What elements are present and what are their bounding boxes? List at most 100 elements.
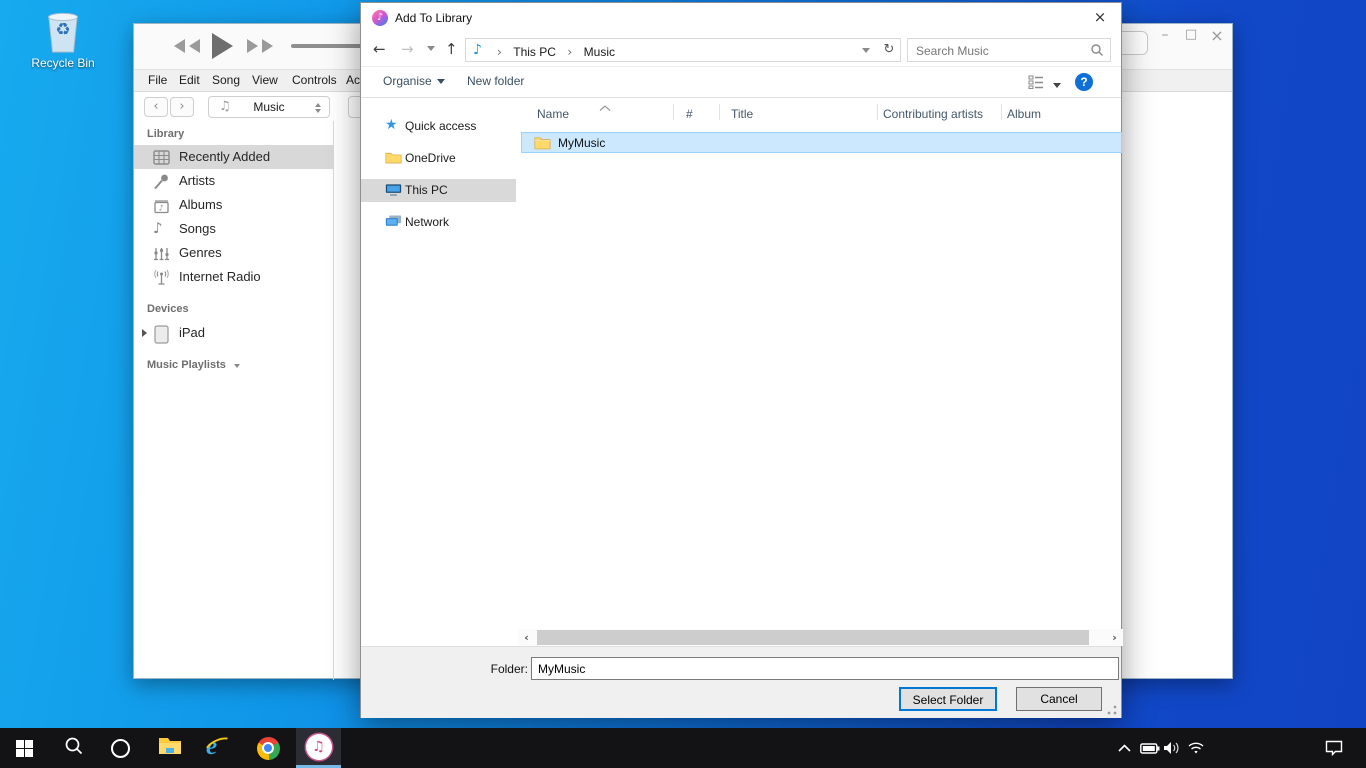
recycle-glyph: ♻: [43, 20, 83, 40]
dialog-toolbar: Organise New folder ?: [361, 67, 1121, 98]
up-button[interactable]: ↑: [445, 40, 458, 58]
dialog-close-button[interactable]: ×: [1085, 6, 1115, 28]
recycle-bin-label: Recycle Bin: [28, 56, 98, 70]
dialog-footer: Folder: Select Folder Cancel: [361, 646, 1121, 718]
sidebar-item-recently-added[interactable]: Recently Added: [134, 145, 333, 169]
refresh-button[interactable]: ↻: [878, 38, 901, 62]
file-explorer-button[interactable]: [148, 728, 192, 768]
dialog-nav-row: ← → ↑ ♪ › This PC › Music ↻: [361, 33, 1121, 67]
itunes-taskbar-button[interactable]: ♫: [296, 728, 341, 768]
maximize-button[interactable]: □: [1178, 27, 1204, 42]
column-divider[interactable]: [673, 104, 674, 120]
dialog-titlebar[interactable]: ♪ Add To Library ×: [361, 3, 1121, 33]
album-icon: ♪: [153, 197, 170, 214]
expand-arrow-icon[interactable]: [142, 329, 147, 337]
breadcrumb-this-pc[interactable]: This PC: [513, 45, 556, 59]
menu-controls[interactable]: Controls: [292, 73, 337, 87]
scroll-right-icon[interactable]: ›: [1106, 629, 1123, 646]
breadcrumb-bar[interactable]: ♪ › This PC › Music: [465, 38, 879, 62]
forward-button[interactable]: →: [401, 40, 414, 58]
location-music-note-icon: ♪: [473, 42, 482, 58]
menu-view[interactable]: View: [252, 73, 278, 87]
sort-ascending-icon: [599, 98, 611, 116]
column-divider[interactable]: [719, 104, 720, 120]
recycle-bin-shortcut[interactable]: ♻ Recycle Bin: [28, 8, 98, 70]
action-center-icon[interactable]: [1322, 728, 1346, 768]
dropdown-icon: [437, 79, 445, 84]
grid-icon: [153, 149, 170, 166]
menu-edit[interactable]: Edit: [179, 73, 200, 87]
cancel-button[interactable]: Cancel: [1016, 687, 1102, 711]
genres-icon: [153, 245, 170, 262]
search-icon: [64, 736, 84, 761]
devices-header: Devices: [147, 303, 189, 315]
nav-pane-this-pc[interactable]: This PC: [361, 179, 516, 202]
file-row-mymusic[interactable]: MyMusic: [521, 132, 1122, 153]
menu-song[interactable]: Song: [212, 73, 240, 87]
select-folder-button[interactable]: Select Folder: [899, 687, 997, 711]
taskbar-search-button[interactable]: [52, 728, 96, 768]
menu-file[interactable]: File: [148, 73, 167, 87]
sidebar-item-ipad[interactable]: iPad: [134, 321, 333, 345]
rewind-button[interactable]: [174, 39, 200, 58]
minimize-button[interactable]: –: [1152, 27, 1178, 43]
sidebar-item-songs[interactable]: ♪ Songs: [134, 217, 333, 241]
close-button[interactable]: ×: [1204, 26, 1230, 45]
column-header-contributing-artists[interactable]: Contributing artists: [883, 107, 983, 121]
view-mode-button[interactable]: [1028, 75, 1061, 94]
internet-explorer-button[interactable]: e: [196, 728, 240, 768]
sidebar-item-artists[interactable]: Artists: [134, 169, 333, 193]
nav-pane-onedrive[interactable]: OneDrive: [361, 147, 516, 170]
quick-access-star-icon: ★: [385, 117, 402, 133]
itunes-forward-button[interactable]: ›: [170, 97, 194, 117]
breadcrumb-separator-icon: ›: [560, 45, 579, 59]
cortana-button[interactable]: [98, 728, 142, 768]
sidebar-item-genres[interactable]: Genres: [134, 241, 333, 265]
sidebar-item-albums[interactable]: ♪ Albums: [134, 193, 333, 217]
tray-expand-button[interactable]: [1112, 728, 1136, 768]
search-box[interactable]: [907, 38, 1111, 62]
column-header-name[interactable]: Name: [537, 107, 569, 121]
fast-forward-button[interactable]: [247, 39, 273, 58]
recent-locations-dropdown[interactable]: [427, 46, 435, 51]
taskbar: e ♫: [0, 728, 1366, 768]
nav-pane-network[interactable]: Network: [361, 211, 516, 234]
ipad-icon: [153, 325, 170, 342]
column-header-number[interactable]: #: [686, 107, 693, 121]
wifi-icon[interactable]: [1184, 728, 1208, 768]
sidebar-item-internet-radio[interactable]: Internet Radio: [134, 265, 333, 289]
help-button[interactable]: ?: [1075, 73, 1093, 91]
volume-icon[interactable]: [1160, 728, 1184, 768]
horizontal-scrollbar[interactable]: ‹ ›: [518, 629, 1123, 646]
resize-grip[interactable]: [1107, 705, 1117, 715]
new-folder-button[interactable]: New folder: [467, 74, 524, 88]
organise-button[interactable]: Organise: [383, 74, 445, 88]
scroll-left-icon[interactable]: ‹: [518, 629, 535, 646]
scrollbar-thumb[interactable]: [537, 630, 1089, 645]
search-icon: [1090, 43, 1104, 62]
chrome-button[interactable]: [246, 728, 290, 768]
back-button[interactable]: ←: [373, 40, 386, 58]
column-divider[interactable]: [1001, 104, 1002, 120]
folder-label: Folder:: [468, 662, 528, 676]
media-kind-selector[interactable]: ♫ Music: [208, 96, 330, 118]
microphone-icon: [153, 173, 170, 190]
itunes-back-button[interactable]: ‹: [144, 97, 168, 117]
nav-pane-quick-access[interactable]: ★ Quick access: [361, 115, 516, 138]
address-dropdown-icon[interactable]: [862, 48, 870, 53]
windows-logo-icon: [16, 740, 33, 757]
breadcrumb-music[interactable]: Music: [584, 45, 615, 59]
column-divider[interactable]: [877, 104, 878, 120]
play-button[interactable]: [212, 33, 233, 59]
file-explorer-icon: [158, 736, 182, 761]
playlists-header[interactable]: Music Playlists: [147, 359, 240, 371]
onedrive-icon: [385, 150, 402, 166]
breadcrumb-separator-icon: ›: [490, 45, 509, 59]
column-header-album[interactable]: Album: [1007, 107, 1041, 121]
folder-name-input[interactable]: [531, 657, 1119, 680]
internet-explorer-icon: e: [205, 735, 231, 761]
search-input[interactable]: [914, 41, 1083, 61]
battery-icon[interactable]: [1138, 728, 1162, 768]
start-button[interactable]: [2, 728, 46, 768]
column-header-title[interactable]: Title: [731, 107, 753, 121]
